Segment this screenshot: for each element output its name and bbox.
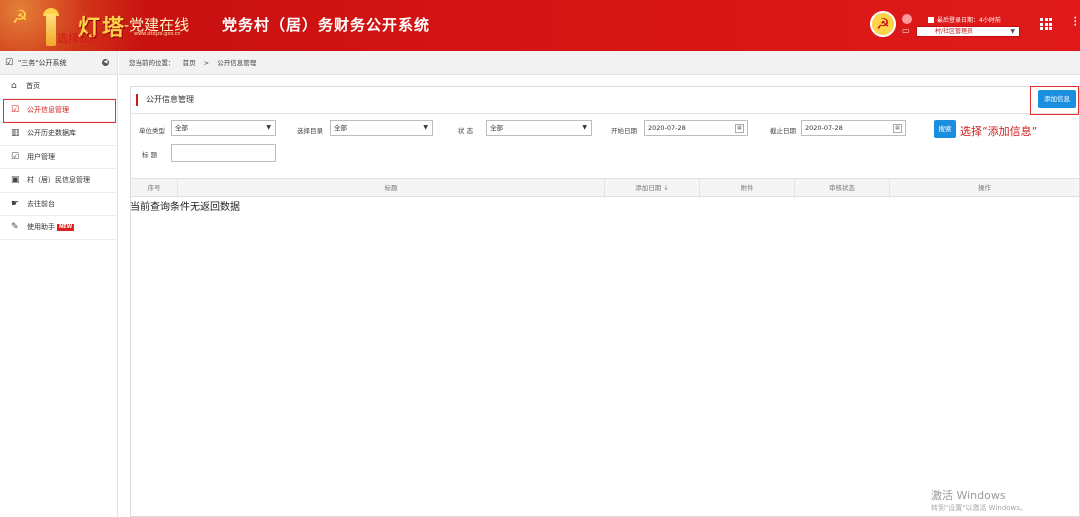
unit-type-label: 单位类型 xyxy=(139,127,165,135)
role-select[interactable]: 村/社区管理员 ▼ xyxy=(916,26,1020,37)
unit-type-select[interactable]: 全部 ▼ xyxy=(171,120,276,136)
status-label: 状 态 xyxy=(458,127,474,135)
column-review-status: 审核状态 xyxy=(795,179,890,198)
sidebar-item-resident-info[interactable]: ▣ 村（居）民信息管理 xyxy=(0,169,117,193)
panel-title: 公开信息管理 xyxy=(146,95,194,104)
catalog-select[interactable]: 全部 ▼ xyxy=(330,120,433,136)
calendar-icon xyxy=(928,17,934,23)
home-icon: ⌂ xyxy=(11,81,17,91)
annotation-select-column: 选择此栏目 xyxy=(57,32,112,45)
breadcrumb: 您当前的位置： 首页 > 公开信息管理 xyxy=(119,51,1080,75)
top-header: ☭ 灯塔 -党建在线 www.dtdjzx.gov.cn 党务村（居）务财务公开… xyxy=(0,0,1080,51)
column-index: 序号 xyxy=(131,179,178,198)
windows-activation-hint: 转到"设置"以激活 Windows。 xyxy=(931,504,1027,512)
end-date-input[interactable]: 2020-07-28 ▦ xyxy=(801,120,906,136)
column-actions: 操作 xyxy=(978,184,991,192)
panel-header: 公开信息管理 xyxy=(131,87,1079,114)
chevron-down-icon: ▼ xyxy=(1010,28,1015,35)
sidebar-header: ☑ "三务"公开系统 ◀ xyxy=(0,51,117,75)
catalog-label: 选择目录 xyxy=(297,127,323,135)
breadcrumb-current: 公开信息管理 xyxy=(217,59,257,67)
annotation-add-info: 选择“添加信息” xyxy=(960,125,1038,138)
title-label: 标 题 xyxy=(142,151,158,159)
search-button[interactable]: 搜索 xyxy=(934,120,956,138)
sidebar-item-history-database[interactable]: ▥ 公开历史数据库 xyxy=(0,122,117,146)
empty-result-message: 当前查询条件无返回数据 xyxy=(130,202,240,213)
breadcrumb-home[interactable]: 首页 xyxy=(183,59,196,67)
title-input[interactable] xyxy=(171,144,276,162)
sidebar-item-info-management[interactable]: ☑ 公开信息管理 xyxy=(0,98,117,123)
system-title: 党务村（居）务财务公开系统 xyxy=(222,16,431,34)
sickle-icon: ☭ xyxy=(11,7,29,28)
logo-url: www.dtdjzx.gov.cn xyxy=(134,31,181,37)
column-attachment: 附件 xyxy=(700,179,795,198)
pointer-icon: ☛ xyxy=(11,198,20,209)
sidebar-item-frontend[interactable]: ☛ 去往前台 xyxy=(0,193,117,216)
archive-icon: ▥ xyxy=(11,128,20,138)
last-login-info: 最后登录日期：4小时前 xyxy=(928,15,1001,24)
calendar-icon[interactable]: ▦ xyxy=(735,124,744,133)
sidebar-item-user-management[interactable]: ☑ 用户管理 xyxy=(0,146,117,169)
edit-icon: ☑ xyxy=(11,151,20,162)
start-date-input[interactable]: 2020-07-28 ▦ xyxy=(644,120,748,136)
more-icon[interactable]: ⁝ xyxy=(1073,14,1077,30)
add-info-button[interactable]: 添加信息 xyxy=(1038,90,1076,108)
collapse-sidebar-icon[interactable]: ◀ xyxy=(102,59,109,66)
start-date-label: 开始日期 xyxy=(611,127,637,135)
monitor-icon: ▭ xyxy=(902,26,910,35)
edit-icon: ☑ xyxy=(5,58,14,68)
sidebar-item-helper[interactable]: ✎ 使用助手 NEW xyxy=(0,216,117,240)
user-avatar[interactable] xyxy=(902,14,912,24)
calendar-icon[interactable]: ▦ xyxy=(893,124,902,133)
chevron-down-icon: ▼ xyxy=(423,124,428,131)
table-header: 序号 标题 添加日期 ↓ 附件 审核状态 操作 xyxy=(131,178,1079,198)
sidebar-item-home[interactable]: ⌂ 首页 xyxy=(0,75,117,99)
chevron-down-icon: ▼ xyxy=(266,124,271,131)
new-badge: NEW xyxy=(57,224,75,231)
party-emblem-icon: ☭ xyxy=(870,11,896,37)
status-select[interactable]: 全部 ▼ xyxy=(486,120,592,136)
highlight-box xyxy=(3,98,116,123)
windows-activation-watermark: 激活 Windows xyxy=(931,489,1006,502)
column-title: 标题 xyxy=(178,179,605,198)
id-card-icon: ▣ xyxy=(11,175,20,185)
sidebar: ☑ "三务"公开系统 ◀ ⌂ 首页 ☑ 公开信息管理 ▥ 公开历史数据库 ☑ 用… xyxy=(0,51,118,517)
helper-icon: ✎ xyxy=(11,222,19,232)
end-date-label: 截止日期 xyxy=(770,127,796,135)
column-add-date[interactable]: 添加日期 ↓ xyxy=(605,179,700,198)
app-grid-icon[interactable] xyxy=(1040,18,1052,30)
edit-icon: ☑ xyxy=(11,104,20,115)
chevron-down-icon: ▼ xyxy=(582,124,587,131)
